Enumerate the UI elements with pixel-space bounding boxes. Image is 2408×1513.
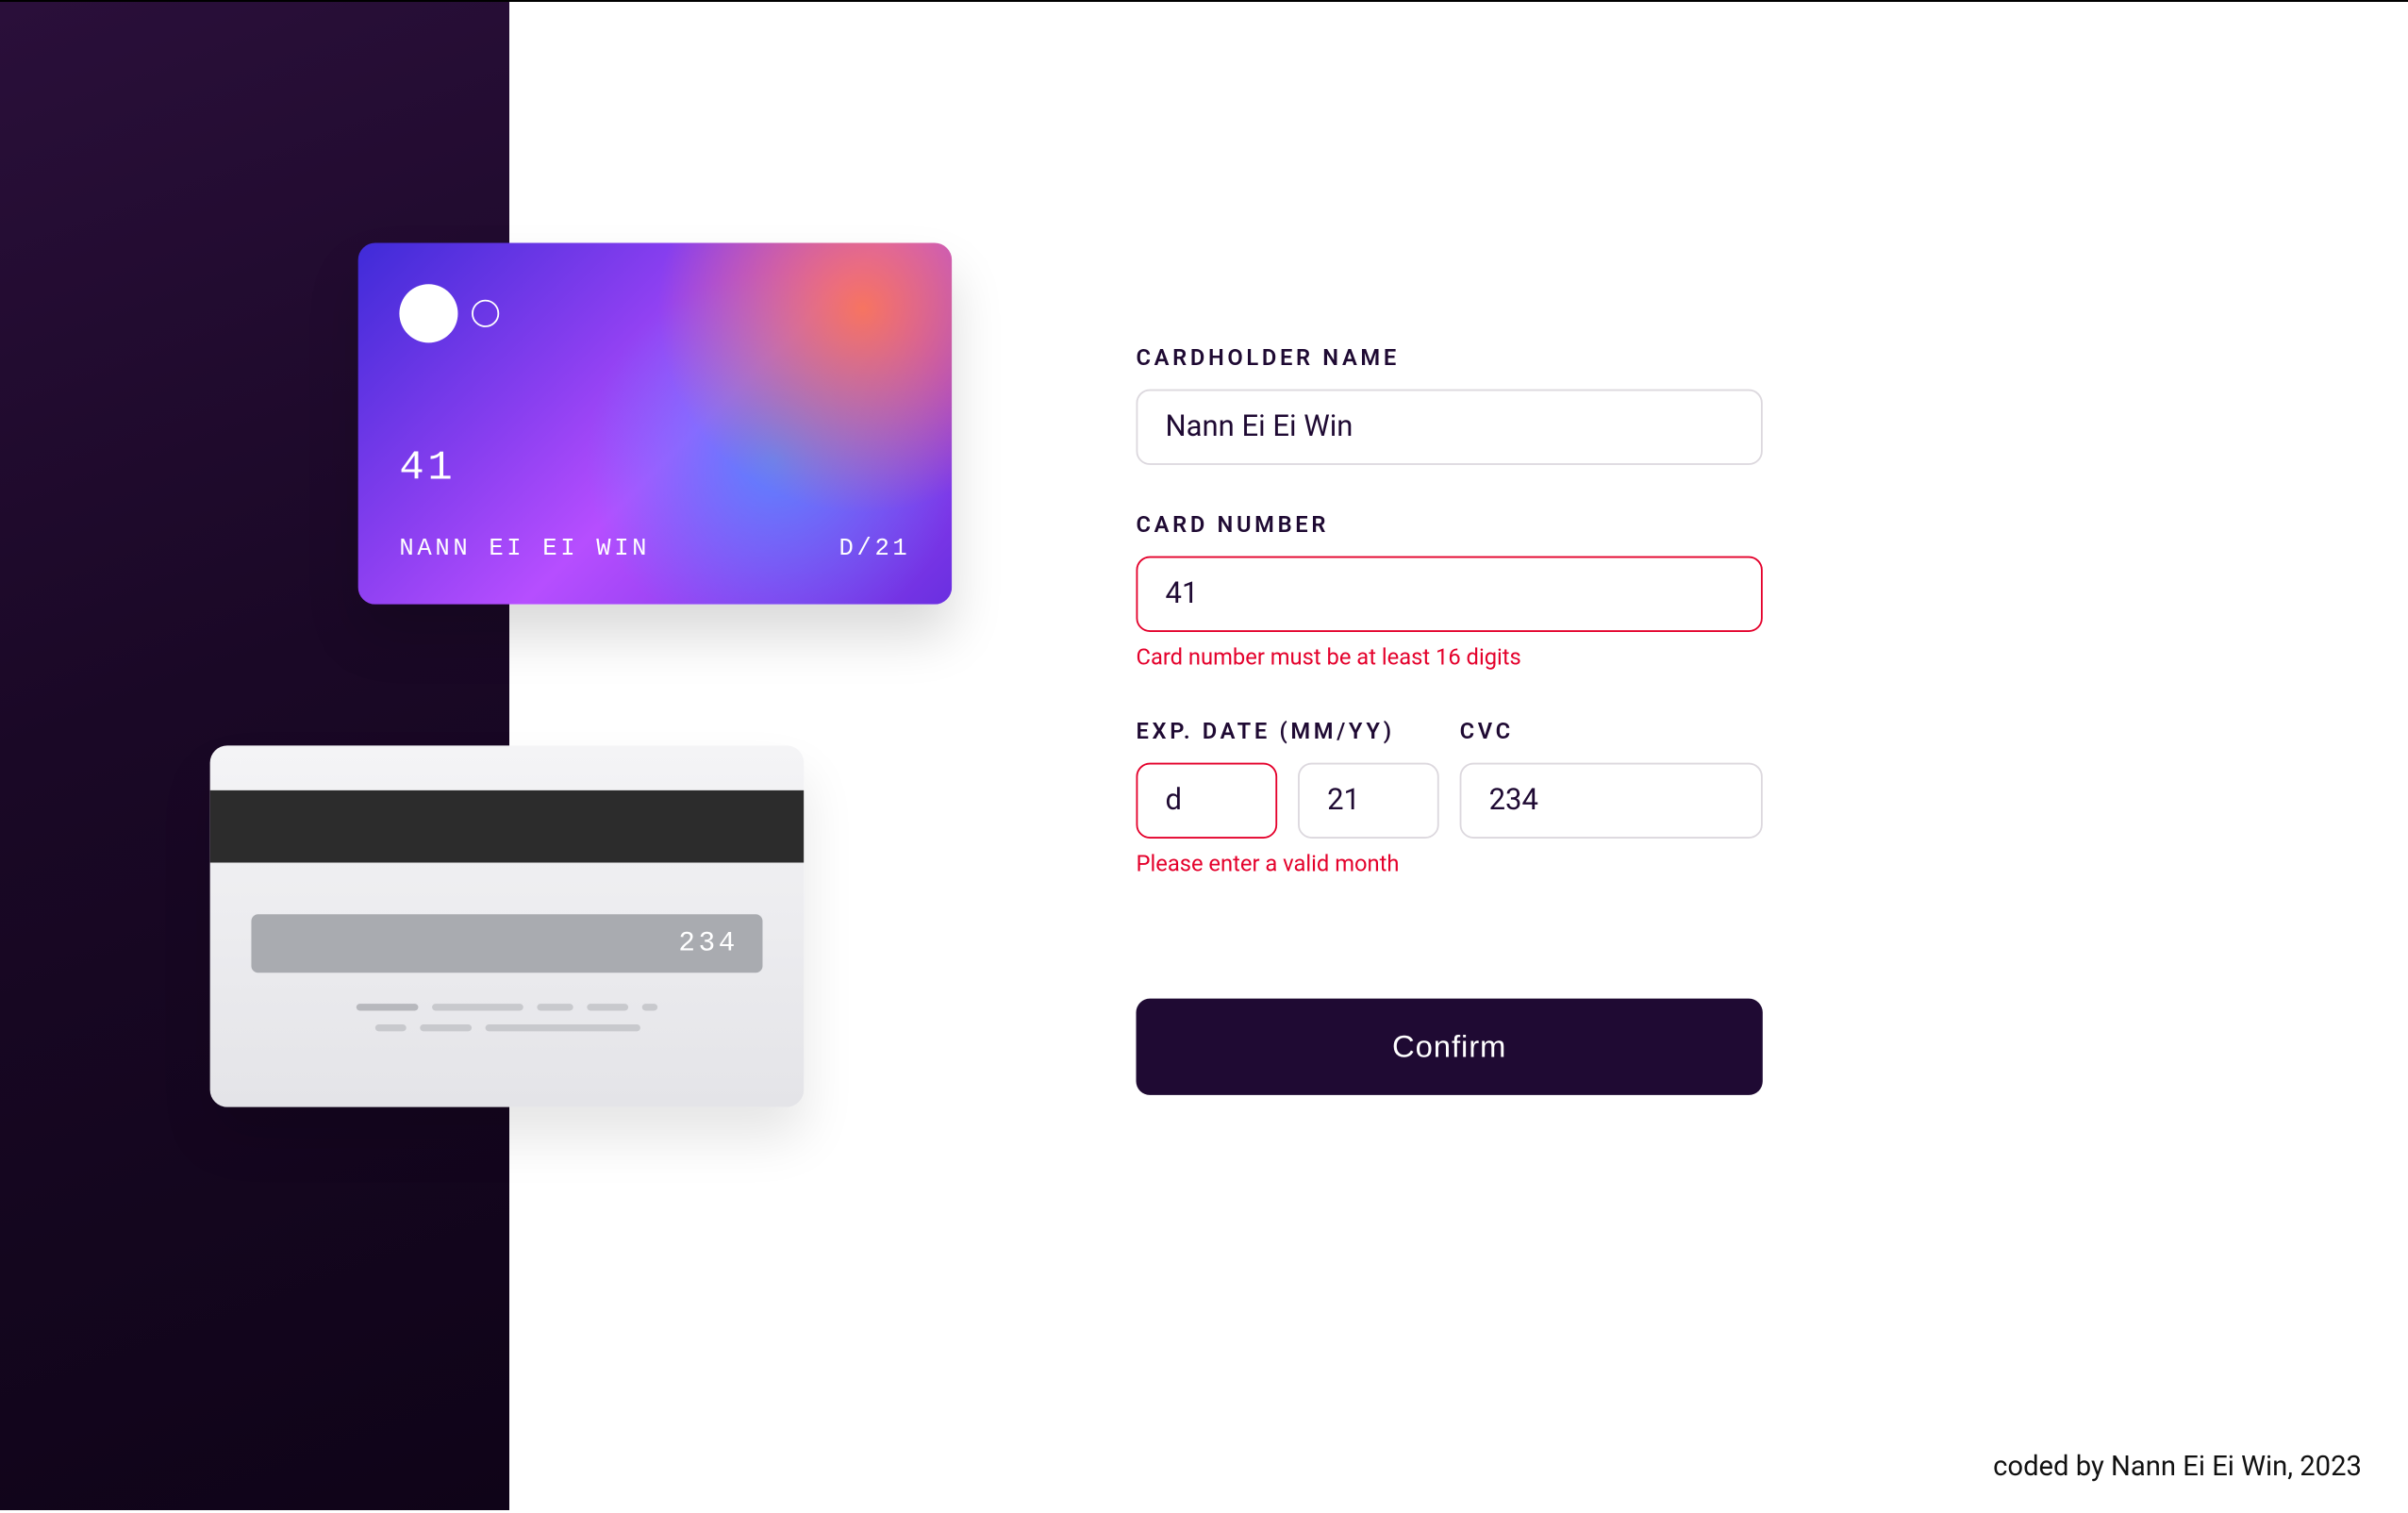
card-front-preview: 41 NANN EI EI WIN D/21	[358, 243, 953, 605]
card-number-error: Card number must be at least 16 digits	[1137, 646, 1763, 672]
card-fine-print-decor	[357, 1004, 657, 1045]
cvc-label: CVC	[1460, 720, 1514, 745]
cvc-input[interactable]	[1460, 763, 1763, 839]
cardholder-name-group: CARDHOLDER NAME	[1137, 346, 1763, 465]
card-form: CARDHOLDER NAME CARD NUMBER Card number …	[1137, 346, 1763, 1095]
exp-month-input[interactable]	[1137, 763, 1278, 839]
card-exp-display: D/21	[839, 536, 910, 563]
card-number-group: CARD NUMBER Card number must be at least…	[1137, 513, 1763, 672]
card-number-input[interactable]	[1137, 557, 1763, 632]
cardholder-name-input[interactable]	[1137, 390, 1763, 465]
exp-year-input[interactable]	[1298, 763, 1439, 839]
card-back-preview: 234	[210, 745, 805, 1106]
exp-month-error: Please enter a valid month	[1137, 853, 1763, 878]
card-logo-dot-solid	[399, 284, 457, 342]
exp-date-label: EXP. DATE (MM/YY)	[1137, 720, 1439, 745]
confirm-button[interactable]: Confirm	[1137, 999, 1763, 1095]
cardholder-name-label: CARDHOLDER NAME	[1137, 346, 1763, 372]
card-logo-dot-outline	[472, 300, 499, 327]
card-cvc-display: 234	[251, 914, 762, 973]
card-name-display: NANN EI EI WIN	[399, 536, 650, 563]
exp-cvc-group: EXP. DATE (MM/YY) CVC Please enter a val…	[1137, 720, 1763, 878]
card-number-label: CARD NUMBER	[1137, 513, 1763, 539]
footer-credit: coded by Nann Ei Ei Win, 2023	[1993, 1450, 2362, 1483]
card-number-display: 41	[399, 446, 456, 492]
card-mag-stripe	[210, 790, 805, 863]
